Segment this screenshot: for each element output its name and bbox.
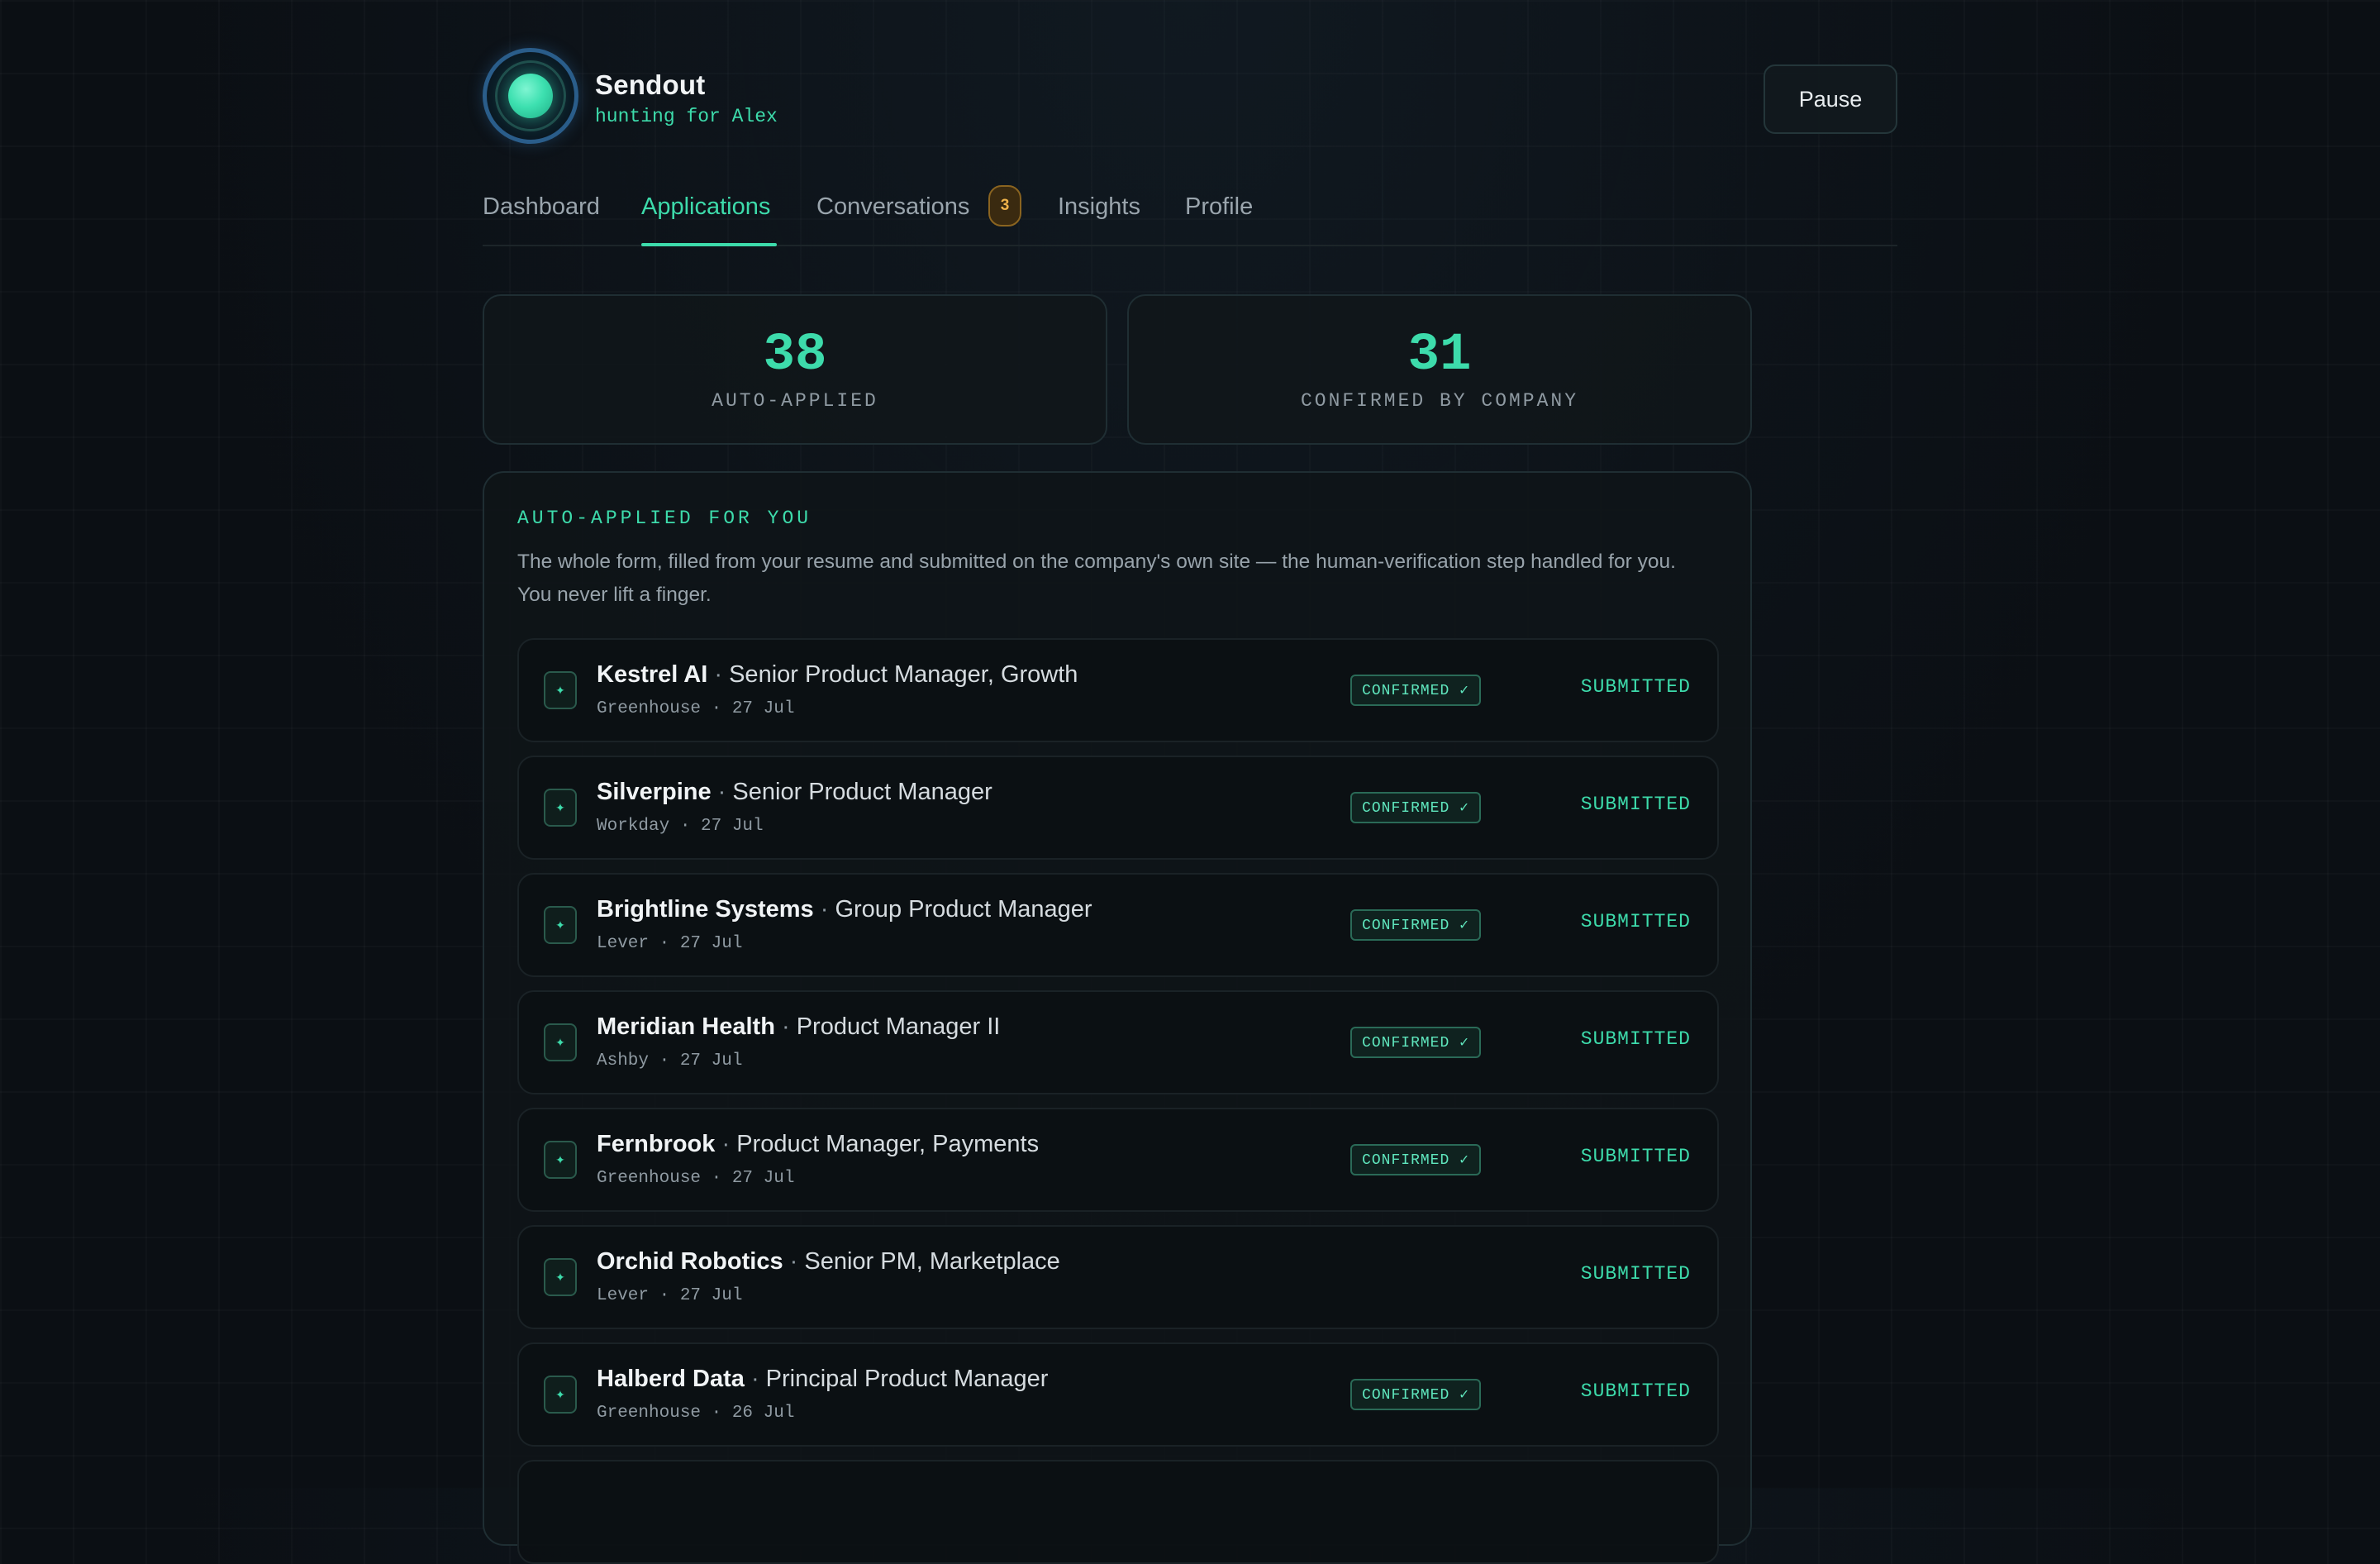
- row-meta: Lever · 27 Jul: [597, 1286, 743, 1305]
- logo-orb-icon: [483, 48, 578, 144]
- status-text: SUBMITTED: [1580, 794, 1691, 815]
- confirmed-badge: CONFIRMED ✓: [1350, 909, 1481, 941]
- company-name: Kestrel AI: [597, 661, 708, 688]
- role-title: Principal Product Manager: [765, 1366, 1049, 1392]
- row-meta: Lever · 27 Jul: [597, 934, 743, 953]
- header: Sendout hunting for Alex Pause: [483, 46, 1897, 152]
- row-title: Brightline Systems · Group Product Manag…: [597, 896, 1092, 923]
- role-title: Senior Product Manager: [732, 779, 992, 805]
- app-container: Sendout hunting for Alex Pause Dashboard…: [483, 0, 1897, 1564]
- application-row[interactable]: ✦ Fernbrook · Product Manager, Payments …: [517, 1108, 1719, 1212]
- brand-subtitle: hunting for Alex: [595, 106, 778, 127]
- logo-core: [508, 74, 553, 118]
- title-separator: ·: [783, 1248, 805, 1275]
- stat-card-auto-applied: 38 AUTO-APPLIED: [483, 294, 1107, 445]
- status-text: SUBMITTED: [1580, 1146, 1691, 1167]
- brand-name: Sendout: [595, 69, 706, 100]
- company-name: Halberd Data: [597, 1366, 745, 1392]
- sparkle-icon: ✦: [544, 906, 577, 944]
- confirmed-badge: CONFIRMED ✓: [1350, 792, 1481, 823]
- row-meta: Greenhouse · 27 Jul: [597, 699, 795, 718]
- row-meta: Ashby · 27 Jul: [597, 1051, 743, 1070]
- application-row[interactable]: ✦ Meridian Health · Product Manager II A…: [517, 990, 1719, 1094]
- company-name: Silverpine: [597, 779, 712, 805]
- title-separator: ·: [711, 779, 733, 805]
- row-title: Halberd Data · Principal Product Manager: [597, 1366, 1048, 1393]
- confirmed-badge: CONFIRMED ✓: [1350, 1144, 1481, 1175]
- application-row[interactable]: ✦ Orchid Robotics · Senior PM, Marketpla…: [517, 1225, 1719, 1329]
- panel-description: The whole form, filled from your resume …: [517, 551, 1676, 606]
- sparkle-icon: ✦: [544, 789, 577, 827]
- company-name: Brightline Systems: [597, 896, 814, 923]
- row-title: Silverpine · Senior Product Manager: [597, 779, 992, 806]
- sparkle-icon: ✦: [544, 1141, 577, 1179]
- tab-insights[interactable]: Insights: [1058, 179, 1145, 245]
- row-meta: Greenhouse · 27 Jul: [597, 1169, 795, 1188]
- stat-card-confirmed: 31 CONFIRMED BY COMPANY: [1127, 294, 1752, 445]
- auto-applied-panel: AUTO-APPLIED FOR YOU The whole form, fil…: [483, 471, 1752, 1564]
- company-name: Meridian Health: [597, 1013, 775, 1040]
- row-title: Orchid Robotics · Senior PM, Marketplace: [597, 1248, 1060, 1276]
- conversations-count-badge: 3: [988, 185, 1021, 226]
- tab-dashboard[interactable]: Dashboard: [483, 179, 602, 245]
- tab-label: Insights: [1058, 193, 1140, 220]
- application-row[interactable]: ✦ Halberd Data · Principal Product Manag…: [517, 1342, 1719, 1447]
- application-row[interactable]: ✦ Brightline Systems · Group Product Man…: [517, 873, 1719, 977]
- confirmed-badge: CONFIRMED ✓: [1350, 1379, 1481, 1410]
- application-row[interactable]: [517, 1460, 1719, 1564]
- role-title: Senior PM, Marketplace: [804, 1248, 1060, 1275]
- status-text: SUBMITTED: [1580, 676, 1691, 698]
- row-meta: Greenhouse · 26 Jul: [597, 1404, 795, 1423]
- sparkle-icon: ✦: [544, 1258, 577, 1296]
- company-name: Orchid Robotics: [597, 1248, 783, 1275]
- tab-label: Profile: [1185, 193, 1254, 220]
- role-title: Product Manager, Payments: [736, 1131, 1040, 1157]
- sparkle-icon: ✦: [544, 1023, 577, 1061]
- application-row[interactable]: ✦ Silverpine · Senior Product Manager Wo…: [517, 756, 1719, 860]
- role-title: Senior Product Manager, Growth: [729, 661, 1078, 688]
- status-text: SUBMITTED: [1580, 1263, 1691, 1285]
- pause-button[interactable]: Pause: [1764, 64, 1897, 134]
- company-name: Fernbrook: [597, 1131, 716, 1157]
- sparkle-icon: ✦: [544, 671, 577, 709]
- panel-title: AUTO-APPLIED FOR YOU: [517, 508, 812, 529]
- row-title: Kestrel AI · Senior Product Manager, Gro…: [597, 661, 1078, 689]
- role-title: Product Manager II: [796, 1013, 1001, 1040]
- title-separator: ·: [707, 661, 730, 688]
- title-separator: ·: [744, 1366, 766, 1392]
- role-title: Group Product Manager: [835, 896, 1092, 923]
- row-title: Fernbrook · Product Manager, Payments: [597, 1131, 1039, 1158]
- tab-profile[interactable]: Profile: [1185, 179, 1256, 245]
- status-text: SUBMITTED: [1580, 1028, 1691, 1050]
- tab-label: Conversations: [816, 193, 970, 220]
- tab-label: Dashboard: [483, 193, 600, 220]
- row-meta: Workday · 27 Jul: [597, 817, 764, 836]
- sparkle-icon: ✦: [544, 1376, 577, 1414]
- tab-label: Applications: [641, 193, 771, 220]
- confirmed-badge: CONFIRMED ✓: [1350, 1027, 1481, 1058]
- title-separator: ·: [774, 1013, 797, 1040]
- title-separator: ·: [715, 1131, 737, 1157]
- confirmed-badge: CONFIRMED ✓: [1350, 675, 1481, 706]
- stat-label: AUTO-APPLIED: [712, 390, 878, 412]
- title-separator: ·: [813, 896, 835, 923]
- stat-label: CONFIRMED BY COMPANY: [1300, 390, 1579, 412]
- row-title: Meridian Health · Product Manager II: [597, 1013, 1000, 1041]
- application-row[interactable]: ✦ Kestrel AI · Senior Product Manager, G…: [517, 638, 1719, 742]
- stat-value: 38: [763, 326, 827, 385]
- tab-conversations[interactable]: Conversations 3: [816, 179, 1021, 245]
- stat-value: 31: [1407, 326, 1472, 385]
- tab-bar: Dashboard Applications Conversations 3 I…: [483, 179, 1897, 246]
- tab-applications[interactable]: Applications: [641, 179, 777, 246]
- status-text: SUBMITTED: [1580, 1380, 1691, 1402]
- status-text: SUBMITTED: [1580, 911, 1691, 932]
